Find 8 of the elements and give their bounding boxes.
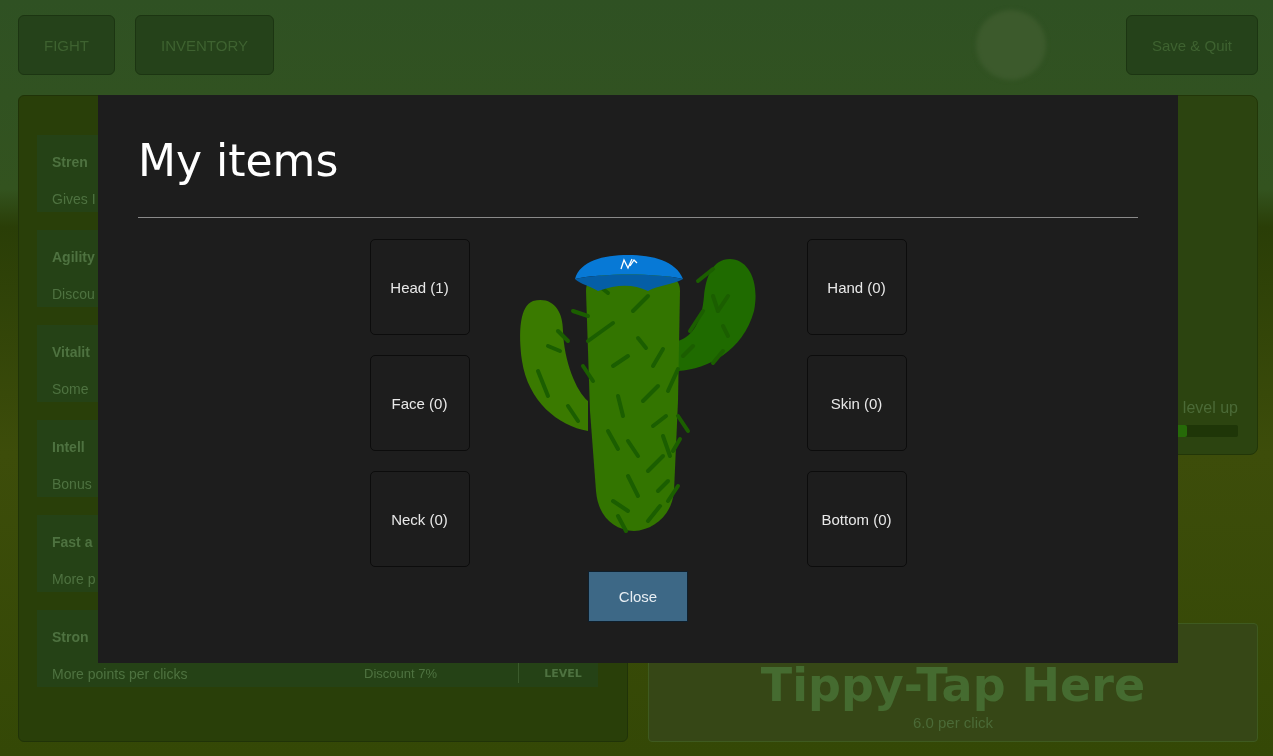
item-slot[interactable]: Face (0) (369, 355, 470, 451)
item-slot[interactable]: Head (1) (369, 239, 470, 335)
modal-title: My items (138, 134, 339, 188)
item-slot[interactable]: Bottom (0) (806, 471, 907, 567)
item-slot[interactable]: Hand (0) (806, 239, 907, 335)
close-button[interactable]: Close (588, 571, 688, 622)
item-slot[interactable]: Neck (0) (369, 471, 470, 567)
item-slot[interactable]: Skin (0) (806, 355, 907, 451)
